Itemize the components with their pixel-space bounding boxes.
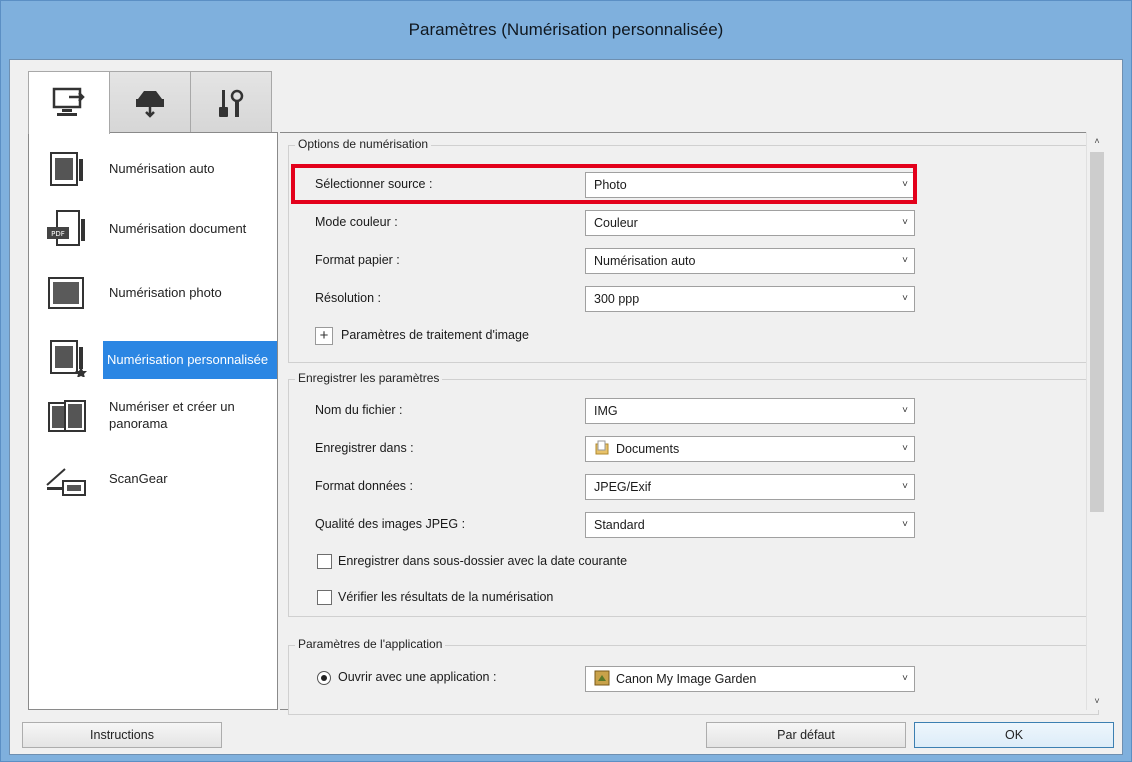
color-mode-dropdown[interactable]: Couleur ˅ <box>585 210 915 236</box>
scroll-up-arrow-icon[interactable]: ˄ <box>1087 132 1107 150</box>
sidebar-item-scangear[interactable]: ScanGear <box>29 453 277 511</box>
file-name-row: Nom du fichier : IMG ˅ <box>309 398 929 424</box>
dropdown-value: IMG <box>594 404 618 418</box>
scan-type-list: Numérisation auto PDF Numérisation docum… <box>28 132 278 710</box>
source-row: Sélectionner source : Photo ˅ <box>309 172 929 198</box>
group-title: Paramètres de l'application <box>295 637 446 651</box>
document-scan-icon: PDF <box>47 210 85 246</box>
subfolder-date-checkbox[interactable] <box>317 554 332 569</box>
select-source-dropdown[interactable]: Photo ˅ <box>585 172 915 198</box>
field-label: Nom du fichier : <box>315 403 403 417</box>
file-name-combobox[interactable]: IMG ˅ <box>585 398 915 424</box>
ok-button[interactable]: OK <box>914 722 1114 748</box>
dropdown-value: Photo <box>594 178 627 192</box>
sidebar-item-label: Numérisation photo <box>109 285 222 300</box>
chevron-down-icon: ˅ <box>902 405 908 416</box>
sidebar-item-label: ScanGear <box>109 471 168 486</box>
field-label: Résolution : <box>315 291 382 305</box>
application-dropdown[interactable]: Canon My Image Garden ˅ <box>585 666 915 692</box>
checkbox-label: Vérifier les résultats de la numérisatio… <box>338 590 554 604</box>
scrollbar-thumb[interactable] <box>1090 152 1104 512</box>
vertical-scrollbar[interactable]: ˄ ˅ <box>1086 132 1106 710</box>
chevron-down-icon: ˅ <box>902 179 908 190</box>
application-settings-group: Paramètres de l'application Ouvrir avec … <box>288 637 1099 715</box>
sidebar-item-label: Numérisation auto <box>109 161 215 176</box>
field-label: Format papier : <box>315 253 400 267</box>
dropdown-value: Couleur <box>594 216 638 230</box>
my-image-garden-icon <box>594 670 610 686</box>
image-processing-label: Paramètres de traitement d'image <box>341 328 529 342</box>
stitch-scan-icon <box>48 400 86 432</box>
chevron-down-icon: ˅ <box>902 443 908 454</box>
tab-scan-from-computer[interactable] <box>28 71 110 134</box>
dropdown-value: 300 ppp <box>594 292 640 306</box>
chevron-down-icon: ˅ <box>902 519 908 530</box>
sidebar-item-label: Numérisation personnalisée <box>103 341 277 379</box>
resolution-dropdown[interactable]: 300 ppp ˅ <box>585 286 915 312</box>
sidebar-item-photo-scan[interactable]: Numérisation photo <box>29 267 277 325</box>
jpeg-quality-dropdown[interactable]: Standard ˅ <box>585 512 915 538</box>
data-format-dropdown[interactable]: JPEG/Exif ˅ <box>585 474 915 500</box>
settings-scroll-area: Options de numérisation Sélectionner sou… <box>280 132 1106 715</box>
auto-scan-icon <box>50 152 83 186</box>
chevron-down-icon: ˅ <box>902 217 908 228</box>
scan-options-group: Options de numérisation Sélectionner sou… <box>288 137 1099 363</box>
chevron-down-icon: ˅ <box>902 255 908 266</box>
tab-scan-from-operation-panel[interactable] <box>109 71 191 133</box>
check-results-checkbox[interactable] <box>317 590 332 605</box>
sidebar-item-custom-scan[interactable]: Numérisation personnalisée <box>29 331 277 389</box>
chevron-down-icon: ˅ <box>902 293 908 304</box>
photo-scan-icon <box>48 277 84 309</box>
defaults-button[interactable]: Par défaut <box>706 722 906 748</box>
window-title: Paramètres (Numérisation personnalisée) <box>1 1 1131 59</box>
dropdown-value: Canon My Image Garden <box>616 672 757 686</box>
save-in-dropdown[interactable]: Documents ˅ <box>585 436 915 462</box>
save-settings-group: Enregistrer les paramètres Nom du fichie… <box>288 371 1099 617</box>
field-label: Enregistrer dans : <box>315 441 414 455</box>
jpeg-quality-row: Qualité des images JPEG : Standard ˅ <box>309 512 929 538</box>
dropdown-value: Standard <box>594 518 645 532</box>
resolution-row: Résolution : 300 ppp ˅ <box>309 286 929 312</box>
scroll-down-arrow-icon[interactable]: ˅ <box>1087 692 1107 710</box>
checkbox-label: Enregistrer dans sous-dossier avec la da… <box>338 554 628 568</box>
open-with-app-row: Canon My Image Garden ˅ <box>309 666 929 692</box>
save-in-row: Enregistrer dans : Documents ˅ <box>309 436 929 462</box>
scangear-icon <box>46 468 86 496</box>
dropdown-value: JPEG/Exif <box>594 480 651 494</box>
field-label: Sélectionner source : <box>315 177 433 191</box>
field-label: Qualité des images JPEG : <box>315 517 466 531</box>
sidebar-item-auto-scan[interactable]: Numérisation auto <box>29 143 277 201</box>
chevron-down-icon: ˅ <box>902 481 908 492</box>
sidebar-item-stitch-scan[interactable]: Numériser et créer un panorama <box>29 391 277 449</box>
general-settings-tools-icon <box>219 89 244 117</box>
instructions-button[interactable]: Instructions <box>22 722 222 748</box>
sidebar-item-label: Numériser et créer un panorama <box>109 399 235 431</box>
dialog-client-area: Numérisation auto PDF Numérisation docum… <box>9 59 1123 755</box>
custom-scan-icon <box>50 340 87 377</box>
documents-folder-icon <box>595 440 609 455</box>
dropdown-value: Numérisation auto <box>594 254 696 268</box>
settings-window: Paramètres (Numérisation personnalisée) <box>0 0 1132 762</box>
field-label: Format données : <box>315 479 413 493</box>
dropdown-value: Documents <box>616 442 680 456</box>
group-title: Options de numérisation <box>295 137 432 151</box>
paper-size-dropdown[interactable]: Numérisation auto ˅ <box>585 248 915 274</box>
svg-text:PDF: PDF <box>51 230 65 238</box>
sidebar-item-document-scan[interactable]: PDF Numérisation document <box>29 203 277 261</box>
tab-general-settings[interactable] <box>190 71 272 133</box>
paper-size-row: Format papier : Numérisation auto ˅ <box>309 248 929 274</box>
image-processing-expand-button[interactable]: + <box>315 327 333 345</box>
scan-from-computer-icon <box>52 87 85 116</box>
chevron-down-icon: ˅ <box>902 673 908 684</box>
field-label: Mode couleur : <box>315 215 398 229</box>
sidebar-item-label: Numérisation document <box>109 221 247 236</box>
scan-from-operation-panel-icon <box>136 90 164 118</box>
group-title: Enregistrer les paramètres <box>295 371 443 385</box>
data-format-row: Format données : JPEG/Exif ˅ <box>309 474 929 500</box>
color-mode-row: Mode couleur : Couleur ˅ <box>309 210 929 236</box>
